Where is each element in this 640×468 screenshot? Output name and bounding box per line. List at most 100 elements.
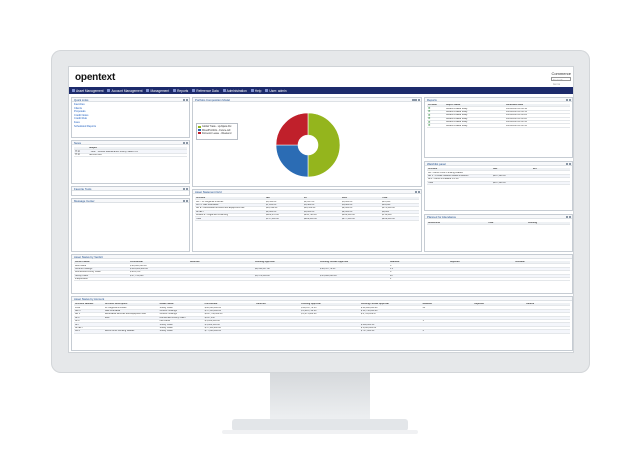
check-icon[interactable]: ✕ (428, 114, 431, 117)
table-cell: 3 (390, 264, 392, 267)
check-icon[interactable]: ✕ (428, 124, 431, 127)
column-header[interactable]: Rejected (449, 261, 514, 263)
column-header[interactable]: Account (195, 197, 265, 199)
column-header[interactable]: Unstable (514, 261, 569, 263)
close-icon[interactable] (417, 98, 420, 101)
column-header[interactable]: Account (427, 168, 492, 170)
column-header[interactable]: Total (487, 222, 527, 224)
quick-link[interactable]: Scheduled Reports (74, 125, 187, 129)
column-header[interactable]: Preview (427, 104, 445, 106)
check-icon[interactable]: ✕ (428, 110, 431, 113)
table-cell: A/P - FF Regional Invoices (196, 200, 224, 203)
check-icon[interactable]: ✕ (428, 117, 431, 120)
close-icon[interactable] (185, 187, 188, 190)
table-cell: AP4 (75, 316, 80, 319)
asset-status-verdict-title: Asset Status by Verdict (74, 255, 103, 259)
column-header[interactable]: Pending Lessee Approval (360, 303, 422, 305)
table-cell: Assets created today (446, 124, 468, 127)
column-header[interactable]: Pending Approval (254, 261, 319, 263)
column-header[interactable]: Ent (532, 168, 570, 170)
column-header[interactable]: Realized (422, 303, 474, 305)
watchlist-panel: Watchlist panel Account Bus Ent A/L - Rents… (424, 161, 573, 211)
asset-status-verdict-header: Asset Status by Verdict (72, 255, 572, 259)
asset-statement-panel: Asset Statement Grid Account Net Int Misc To… (192, 189, 422, 252)
table-cell: Total (196, 217, 201, 220)
donut-slice[interactable] (275, 144, 309, 178)
table-cell: $ 1,840,000.00 (360, 326, 377, 329)
column-header[interactable]: Report Name (445, 104, 505, 106)
column-header[interactable]: Dealer Name (159, 303, 204, 305)
column-header[interactable]: Branch/Ind (427, 222, 487, 224)
column-header[interactable]: Deferred (255, 303, 300, 305)
close-icon[interactable] (417, 190, 420, 193)
donut-slice[interactable] (275, 112, 309, 146)
close-icon[interactable] (568, 98, 571, 101)
table-cell: $180,270.00 (266, 214, 279, 217)
check-icon[interactable]: ✕ (428, 107, 431, 110)
message-center-title: Message Center (74, 199, 95, 203)
table-cell: 03/03/2024 12:00:15 (506, 110, 528, 113)
close-icon[interactable] (185, 98, 188, 101)
news-subject[interactable]: Second Item (88, 154, 102, 156)
column-header[interactable]: Total (381, 197, 419, 199)
panel-controls (566, 162, 571, 165)
donut-chart (275, 112, 341, 178)
column-header[interactable]: Account Description (104, 303, 159, 305)
table-cell: $11,500.00 (304, 207, 316, 210)
table-cell: Dunnerfield Luxury Claim (159, 316, 186, 319)
column-header[interactable]: Deferred (189, 261, 254, 263)
column-header[interactable]: Rejected (473, 303, 525, 305)
table-row[interactable]: Total $117,180.30 (427, 181, 570, 185)
donut-slice[interactable] (307, 112, 341, 178)
check-icon[interactable]: ✕ (428, 121, 431, 124)
help-icon (250, 89, 254, 92)
column-header[interactable]: Net (265, 197, 303, 199)
close-icon[interactable] (185, 199, 188, 202)
table-cell: Independent (75, 278, 88, 281)
favorite-tools-header: Favorite Tools (72, 187, 189, 191)
nav-item[interactable]: Asset Management (72, 89, 103, 93)
news-row[interactable]: ☐ ✉ Second Item (74, 154, 187, 158)
column-header[interactable]: Contractual (203, 303, 255, 305)
close-icon[interactable] (185, 141, 188, 144)
user-icon (265, 89, 269, 92)
panel-controls (183, 187, 188, 190)
nav-item[interactable]: Administration (222, 88, 247, 93)
nav-item[interactable]: Help (250, 89, 261, 93)
report-row[interactable]: ✕ Assets created today 03/03/2024 11:00:12 (427, 124, 570, 128)
close-icon[interactable] (568, 215, 571, 218)
global-search-input[interactable]: Search items (551, 77, 571, 86)
column-header[interactable]: Pending Lessee Approval (319, 261, 389, 263)
nav-item[interactable]: Reference Data (192, 89, 219, 93)
nav-item-label: Reports (177, 88, 189, 93)
nav-item[interactable]: Reports (173, 89, 188, 93)
table-row[interactable]: Total $737,660.00 $208,000.00 $277,000.00 $2… (195, 217, 419, 221)
column-header[interactable]: Pending Approval (300, 303, 360, 305)
close-icon[interactable] (568, 162, 571, 165)
column-header[interactable]: Generated Date (505, 104, 570, 106)
column-header[interactable]: Verdict Name (74, 261, 129, 263)
quick-links-header: Quick Links (72, 98, 189, 102)
table-cell: $208,000.00 (304, 217, 317, 220)
nav-item[interactable]: User: admin (265, 89, 287, 93)
nav-item-label: Administration (226, 88, 247, 93)
table-row[interactable]: A/L1 Rents Clinic Pending Leases Surety Cl… (74, 330, 570, 334)
column-header[interactable]: Contractual (129, 261, 189, 263)
table-cell: AR7H (75, 309, 82, 312)
table-cell: $ 88,000,000.00 (204, 306, 222, 309)
nav-item[interactable]: Account Management (107, 89, 142, 93)
column-header[interactable]: Bus (492, 168, 532, 170)
column-header[interactable]: Misc (341, 197, 381, 199)
news-subject[interactable]: **New** Double Maintenance Shortly Searc… (88, 151, 138, 153)
panel-controls (566, 215, 571, 218)
column-header[interactable]: Pending (527, 222, 567, 224)
column-header[interactable]: Retired (525, 303, 570, 305)
column-header[interactable]: Int (303, 197, 341, 199)
planned-header-row: Branch/Ind Total Pending (427, 222, 570, 226)
table-row[interactable]: Independent 1 (74, 278, 570, 282)
table-cell: Surety Claim (159, 330, 173, 333)
report-preview[interactable]: ✕ (427, 124, 445, 127)
nav-item[interactable]: Management (146, 89, 169, 93)
column-header[interactable]: Account Number (74, 303, 104, 305)
column-header[interactable]: Realized (389, 261, 449, 263)
